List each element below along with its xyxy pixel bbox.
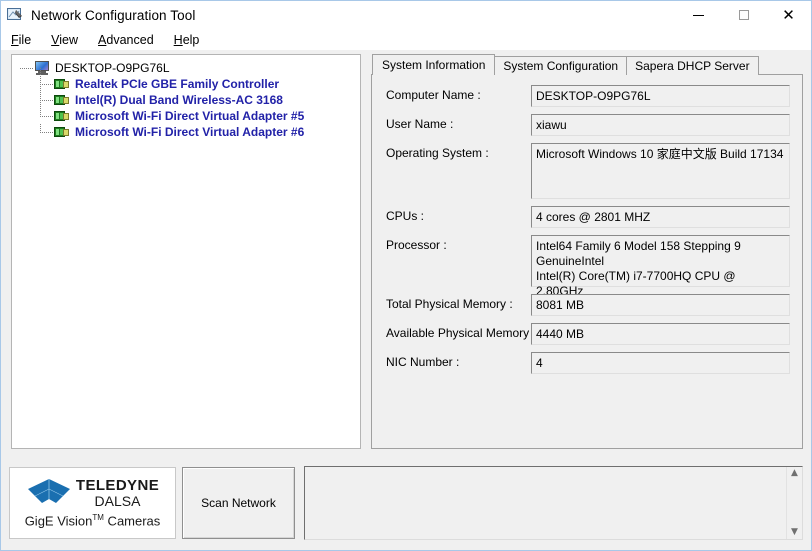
scan-network-button[interactable]: Scan Network [182, 467, 295, 539]
window-title: Network Configuration Tool [31, 7, 196, 23]
tab-area: System Information System Configuration … [371, 54, 803, 449]
cpus-value[interactable]: 4 cores @ 2801 MHZ [531, 206, 790, 228]
title-bar: Network Configuration Tool ✕ [1, 1, 811, 29]
menu-accel-file: F [11, 32, 19, 47]
network-tool-icon [7, 7, 24, 24]
available-physical-memory-value[interactable]: 4440 MB [531, 323, 790, 345]
app-window: Network Configuration Tool ✕ File View A… [0, 0, 812, 551]
field-label: CPUs : [386, 209, 425, 223]
field-available-physical-memory: Available Physical Memory : 4440 MB [386, 323, 790, 345]
window-controls: ✕ [676, 1, 811, 29]
network-adapter-icon [54, 124, 70, 140]
field-label: Computer Name : [386, 88, 481, 102]
field-label: Processor : [386, 238, 447, 252]
field-processor: Processor : Intel64 Family 6 Model 158 S… [386, 235, 790, 298]
tree-node-adapter-label: Intel(R) Dual Band Wireless-AC 3168 [75, 93, 283, 107]
field-cpus: CPUs : 4 cores @ 2801 MHZ [386, 206, 790, 228]
tree-node-adapter-label: Microsoft Wi-Fi Direct Virtual Adapter #… [75, 125, 305, 139]
scroll-down-icon[interactable]: ▼ [791, 528, 798, 537]
tree-node-adapter-label: Microsoft Wi-Fi Direct Virtual Adapter #… [75, 109, 305, 123]
network-tree-panel[interactable]: DESKTOP-O9PG76L Realtek PCIe GBE Family … [11, 54, 361, 449]
tab-system-information[interactable]: System Information [372, 54, 496, 75]
tab-strip: System Information System Configuration … [371, 54, 803, 75]
field-label: NIC Number : [386, 355, 460, 369]
field-label: Operating System : [386, 146, 489, 160]
menu-item-advanced[interactable]: Advanced [96, 32, 163, 48]
field-label: Total Physical Memory : [386, 297, 513, 311]
logo-wordmark: TELEDYNE DALSA [76, 478, 159, 508]
menu-bar: File View Advanced Help [1, 29, 811, 50]
menu-item-view[interactable]: View [49, 32, 87, 48]
logo-brand: TELEDYNE [75, 477, 160, 495]
teledyne-chevron-logo-icon [26, 478, 72, 509]
tree-node-adapter-0[interactable]: Realtek PCIe GBE Family Controller [18, 68, 358, 92]
nic-number-value[interactable]: 4 [531, 352, 790, 374]
logo-tagline-post: Cameras [103, 513, 161, 529]
tree-connector [40, 84, 54, 108]
menu-label-file: ile [18, 32, 32, 47]
tree-connector [40, 68, 54, 92]
logo-sub-brand: DALSA [94, 493, 141, 510]
field-label: Available Physical Memory : [386, 326, 536, 340]
field-operating-system: Operating System : Microsoft Windows 10 … [386, 143, 790, 199]
field-user-name: User Name : xiawu [386, 114, 790, 136]
tree-node-adapter-label: Realtek PCIe GBE Family Controller [75, 77, 280, 91]
network-adapter-icon [54, 108, 70, 124]
teledyne-dalsa-logo: TELEDYNE DALSA GigE VisionTM Cameras [9, 467, 176, 539]
tree-node-root[interactable]: DESKTOP-O9PG76L [18, 60, 358, 76]
maximize-button[interactable] [721, 1, 766, 29]
total-physical-memory-value[interactable]: 8081 MB [531, 294, 790, 316]
tree-node-adapter-3[interactable]: Microsoft Wi-Fi Direct Virtual Adapter #… [18, 124, 358, 140]
tree-node-adapter-2[interactable]: Microsoft Wi-Fi Direct Virtual Adapter #… [18, 100, 358, 124]
menu-label-advanced: dvanced [106, 32, 154, 47]
field-computer-name: Computer Name : DESKTOP-O9PG76L [386, 85, 790, 107]
tree-node-adapter-1[interactable]: Intel(R) Dual Band Wireless-AC 3168 [18, 84, 358, 108]
logo-tagline-tm: TM [92, 512, 104, 522]
network-adapter-icon [54, 76, 70, 92]
computer-name-value[interactable]: DESKTOP-O9PG76L [531, 85, 790, 107]
tree-node-root-label: DESKTOP-O9PG76L [55, 61, 170, 75]
main-content: DESKTOP-O9PG76L Realtek PCIe GBE Family … [1, 50, 811, 460]
network-adapter-icon [54, 92, 70, 108]
menu-label-view: iew [59, 32, 79, 47]
menu-item-help[interactable]: Help [172, 32, 209, 48]
logo-top-row: TELEDYNE DALSA [26, 478, 159, 509]
field-label: User Name : [386, 117, 454, 131]
operating-system-value[interactable]: Microsoft Windows 10 家庭中文版 Build 17134 [531, 143, 790, 199]
menu-item-file[interactable]: File [9, 32, 40, 48]
tab-panel-system-information: Computer Name : DESKTOP-O9PG76L User Nam… [371, 74, 803, 449]
log-output-panel[interactable]: ▲ ▼ [304, 466, 803, 540]
computer-icon [34, 60, 50, 76]
minimize-button[interactable] [676, 1, 721, 29]
maximize-icon [738, 10, 749, 20]
tab-sapera-dhcp-server[interactable]: Sapera DHCP Server [626, 56, 759, 75]
tree-connector [40, 100, 54, 124]
processor-value[interactable]: Intel64 Family 6 Model 158 Stepping 9 Ge… [531, 235, 790, 298]
system-information-fields: Computer Name : DESKTOP-O9PG76L User Nam… [372, 75, 802, 374]
menu-label-help: elp [182, 32, 200, 47]
tree-connector [20, 60, 34, 76]
bottom-bar: TELEDYNE DALSA GigE VisionTM Cameras Sca… [1, 460, 811, 550]
user-name-value[interactable]: xiawu [531, 114, 790, 136]
tree-connector [40, 124, 54, 140]
tab-system-configuration[interactable]: System Configuration [494, 56, 628, 75]
logo-tagline-pre: GigE Vision [24, 513, 93, 529]
close-button[interactable]: ✕ [766, 1, 811, 29]
network-tree: DESKTOP-O9PG76L Realtek PCIe GBE Family … [12, 55, 360, 142]
log-scrollbar[interactable]: ▲ ▼ [786, 467, 802, 539]
logo-tagline: GigE VisionTM Cameras [25, 513, 161, 528]
menu-accel-help: H [173, 32, 183, 47]
field-nic-number: NIC Number : 4 [386, 352, 790, 374]
field-total-physical-memory: Total Physical Memory : 8081 MB [386, 294, 790, 316]
scroll-up-icon[interactable]: ▲ [791, 469, 798, 478]
close-icon: ✕ [782, 6, 795, 24]
minimize-icon [693, 14, 704, 16]
